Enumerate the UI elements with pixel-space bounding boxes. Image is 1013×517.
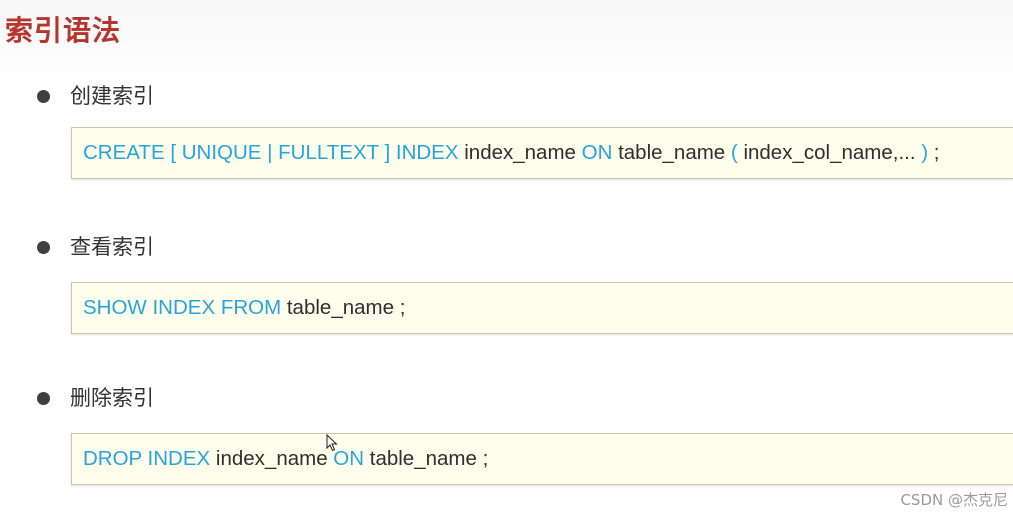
code-keyword: CREATE [ UNIQUE | FULLTEXT ] INDEX [83,141,465,164]
code-identifier: index_name [215,447,334,470]
mouse-pointer-icon [326,434,338,452]
code-identifier: index_name [464,141,582,164]
section-create-index: 创建索引 [37,81,154,111]
section-show-index: 查看索引 [37,232,154,262]
bullet-icon [37,391,50,405]
page-title: 索引语法 [5,14,122,47]
code-box-drop: DROP INDEX index_name ON table_name ; [71,433,1013,485]
code-keyword: ) [921,141,934,164]
section-label-create: 创建索引 [70,84,154,108]
section-drop-index: 删除索引 [37,383,154,413]
code-identifier: ; [933,141,940,164]
watermark: CSDN @杰克尼 [900,491,1008,509]
code-identifier: table_name [618,141,731,164]
section-label-show: 查看索引 [70,235,154,259]
code-keyword: SHOW INDEX FROM [83,296,287,319]
code-box-create: CREATE [ UNIQUE | FULLTEXT ] INDEX index… [71,127,1013,179]
section-label-drop: 删除索引 [70,386,154,410]
code-identifier: table_name ; [286,296,406,319]
code-keyword: ON [581,141,619,164]
bullet-icon [37,89,50,103]
code-identifier: index_col_name,... [743,141,922,164]
code-box-show: SHOW INDEX FROM table_name ; [71,282,1013,334]
bullet-icon [37,240,50,254]
code-keyword: ( [730,141,744,164]
code-keyword: ON [333,447,370,470]
header-band [0,0,1013,86]
code-identifier: table_name ; [369,447,489,470]
code-keyword: DROP INDEX [83,447,216,470]
